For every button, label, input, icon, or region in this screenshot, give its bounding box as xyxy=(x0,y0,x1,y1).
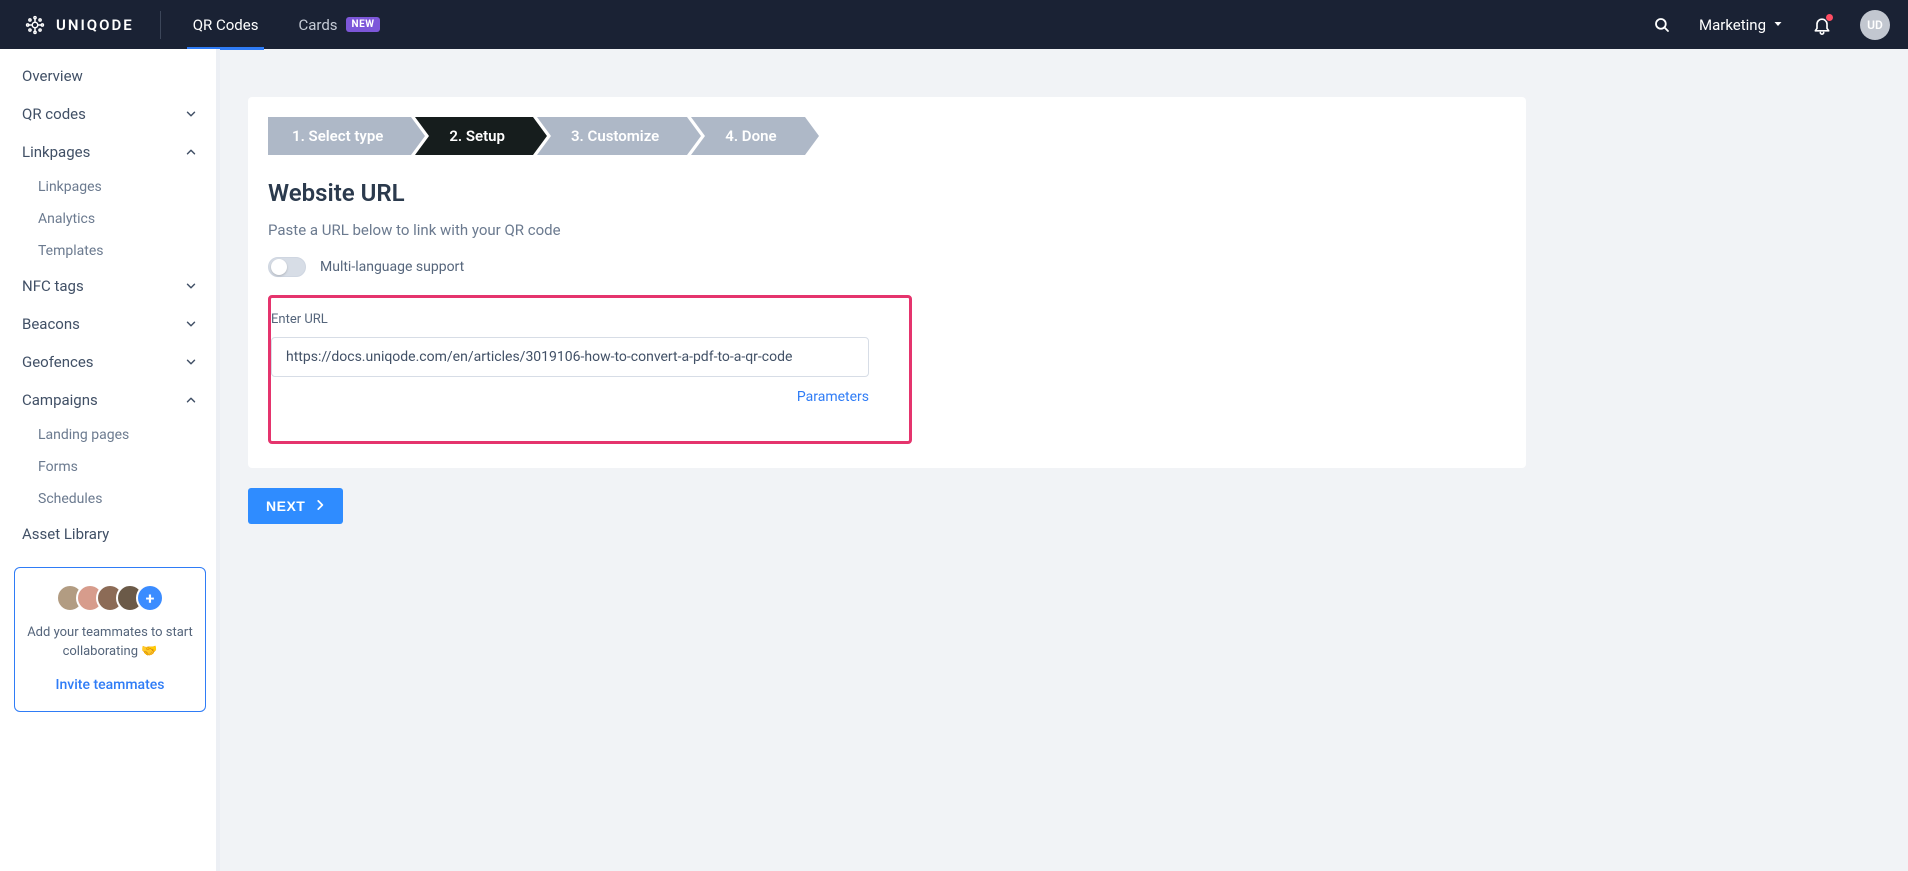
content-area: 1. Select type 2. Setup 3. Customize 4. … xyxy=(220,49,1908,871)
sidebar-item-qr-codes[interactable]: QR codes xyxy=(0,95,220,133)
step-label: 1. Select type xyxy=(292,127,383,145)
chevron-up-icon xyxy=(184,145,198,159)
next-button[interactable]: NEXT xyxy=(248,488,343,524)
sidebar-item-geofences[interactable]: Geofences xyxy=(0,343,220,381)
invite-teammates-link[interactable]: Invite teammates xyxy=(56,677,165,693)
invite-text: Add your teammates to start collaboratin… xyxy=(27,624,193,662)
sidebar-item-label: QR codes xyxy=(22,105,86,123)
sidebar-sub-landing-pages[interactable]: Landing pages xyxy=(0,419,220,451)
sidebar-sub-templates[interactable]: Templates xyxy=(0,235,220,267)
step-label: 3. Customize xyxy=(571,127,659,145)
stepper: 1. Select type 2. Setup 3. Customize 4. … xyxy=(268,117,1506,155)
sidebar-item-label: Schedules xyxy=(38,491,102,507)
top-nav: QR Codes Cards NEW xyxy=(193,0,381,49)
sidebar-item-asset-library[interactable]: Asset Library xyxy=(0,515,220,553)
chevron-down-icon xyxy=(184,107,198,121)
nav-qr-codes[interactable]: QR Codes xyxy=(193,0,259,49)
sidebar-item-label: Analytics xyxy=(38,211,95,227)
nav-qr-codes-label: QR Codes xyxy=(193,16,259,34)
sidebar: Overview QR codes Linkpages Linkpages An… xyxy=(0,49,220,871)
sidebar-item-label: Beacons xyxy=(22,315,80,333)
sidebar-item-linkpages[interactable]: Linkpages xyxy=(0,133,220,171)
nav-cards-label: Cards xyxy=(298,16,337,34)
sidebar-item-label: Campaigns xyxy=(22,391,98,409)
step-label: 2. Setup xyxy=(449,127,505,145)
avatar-row: + xyxy=(27,584,193,612)
sidebar-item-campaigns[interactable]: Campaigns xyxy=(0,381,220,419)
notifications-button[interactable] xyxy=(1812,15,1832,35)
brand[interactable]: UNIQODE xyxy=(24,14,134,36)
sidebar-item-nfc-tags[interactable]: NFC tags xyxy=(0,267,220,305)
url-highlight-box: Enter URL Parameters xyxy=(268,295,912,444)
invite-teammates-card: + Add your teammates to start collaborat… xyxy=(14,567,206,712)
url-input[interactable] xyxy=(271,337,869,377)
multi-language-toggle[interactable] xyxy=(268,257,306,277)
sidebar-item-label: Landing pages xyxy=(38,427,129,443)
brand-logo-icon xyxy=(24,14,46,36)
chevron-up-icon xyxy=(184,393,198,407)
sidebar-item-label: Overview xyxy=(22,67,83,85)
app-header: UNIQODE QR Codes Cards NEW Marketing UD xyxy=(0,0,1908,49)
url-field-label: Enter URL xyxy=(271,312,891,327)
step-setup[interactable]: 2. Setup xyxy=(415,117,533,155)
chevron-down-icon xyxy=(184,279,198,293)
nav-cards[interactable]: Cards NEW xyxy=(298,0,380,49)
setup-card: 1. Select type 2. Setup 3. Customize 4. … xyxy=(248,97,1526,468)
chevron-down-icon xyxy=(184,355,198,369)
page-title: Website URL xyxy=(268,179,1506,207)
sidebar-item-beacons[interactable]: Beacons xyxy=(0,305,220,343)
new-badge: NEW xyxy=(346,17,381,32)
brand-name: UNIQODE xyxy=(56,16,134,34)
multi-language-label: Multi-language support xyxy=(320,259,464,275)
step-label: 4. Done xyxy=(725,127,776,145)
sidebar-sub-analytics[interactable]: Analytics xyxy=(0,203,220,235)
chevron-down-icon xyxy=(184,317,198,331)
add-teammate-icon[interactable]: + xyxy=(136,584,164,612)
step-select-type[interactable]: 1. Select type xyxy=(268,117,411,155)
sidebar-item-label: Geofences xyxy=(22,353,94,371)
chevron-down-icon xyxy=(1772,16,1784,34)
page-subtitle: Paste a URL below to link with your QR c… xyxy=(268,221,1506,239)
avatar-initials: UD xyxy=(1867,18,1883,32)
parameters-link[interactable]: Parameters xyxy=(271,389,869,405)
sidebar-item-label: Linkpages xyxy=(22,143,90,161)
sidebar-item-overview[interactable]: Overview xyxy=(0,57,220,95)
sidebar-item-label: NFC tags xyxy=(22,277,84,295)
step-done[interactable]: 4. Done xyxy=(691,117,804,155)
sidebar-sub-schedules[interactable]: Schedules xyxy=(0,483,220,515)
sidebar-item-label: Linkpages xyxy=(38,179,102,195)
avatar[interactable]: UD xyxy=(1860,10,1890,40)
team-dropdown[interactable]: Marketing xyxy=(1699,16,1784,34)
notification-dot-icon xyxy=(1825,13,1834,22)
header-divider xyxy=(160,11,161,39)
sidebar-item-label: Forms xyxy=(38,459,78,475)
sidebar-sub-forms[interactable]: Forms xyxy=(0,451,220,483)
multi-language-row: Multi-language support xyxy=(268,257,1506,277)
next-button-label: NEXT xyxy=(266,498,305,514)
chevron-right-icon xyxy=(313,498,327,515)
step-customize[interactable]: 3. Customize xyxy=(537,117,687,155)
sidebar-item-label: Templates xyxy=(38,243,104,259)
sidebar-item-label: Asset Library xyxy=(22,525,109,543)
sidebar-sub-linkpages[interactable]: Linkpages xyxy=(0,171,220,203)
header-right: Marketing UD xyxy=(1653,10,1890,40)
team-label: Marketing xyxy=(1699,16,1766,34)
search-icon[interactable] xyxy=(1653,16,1671,34)
